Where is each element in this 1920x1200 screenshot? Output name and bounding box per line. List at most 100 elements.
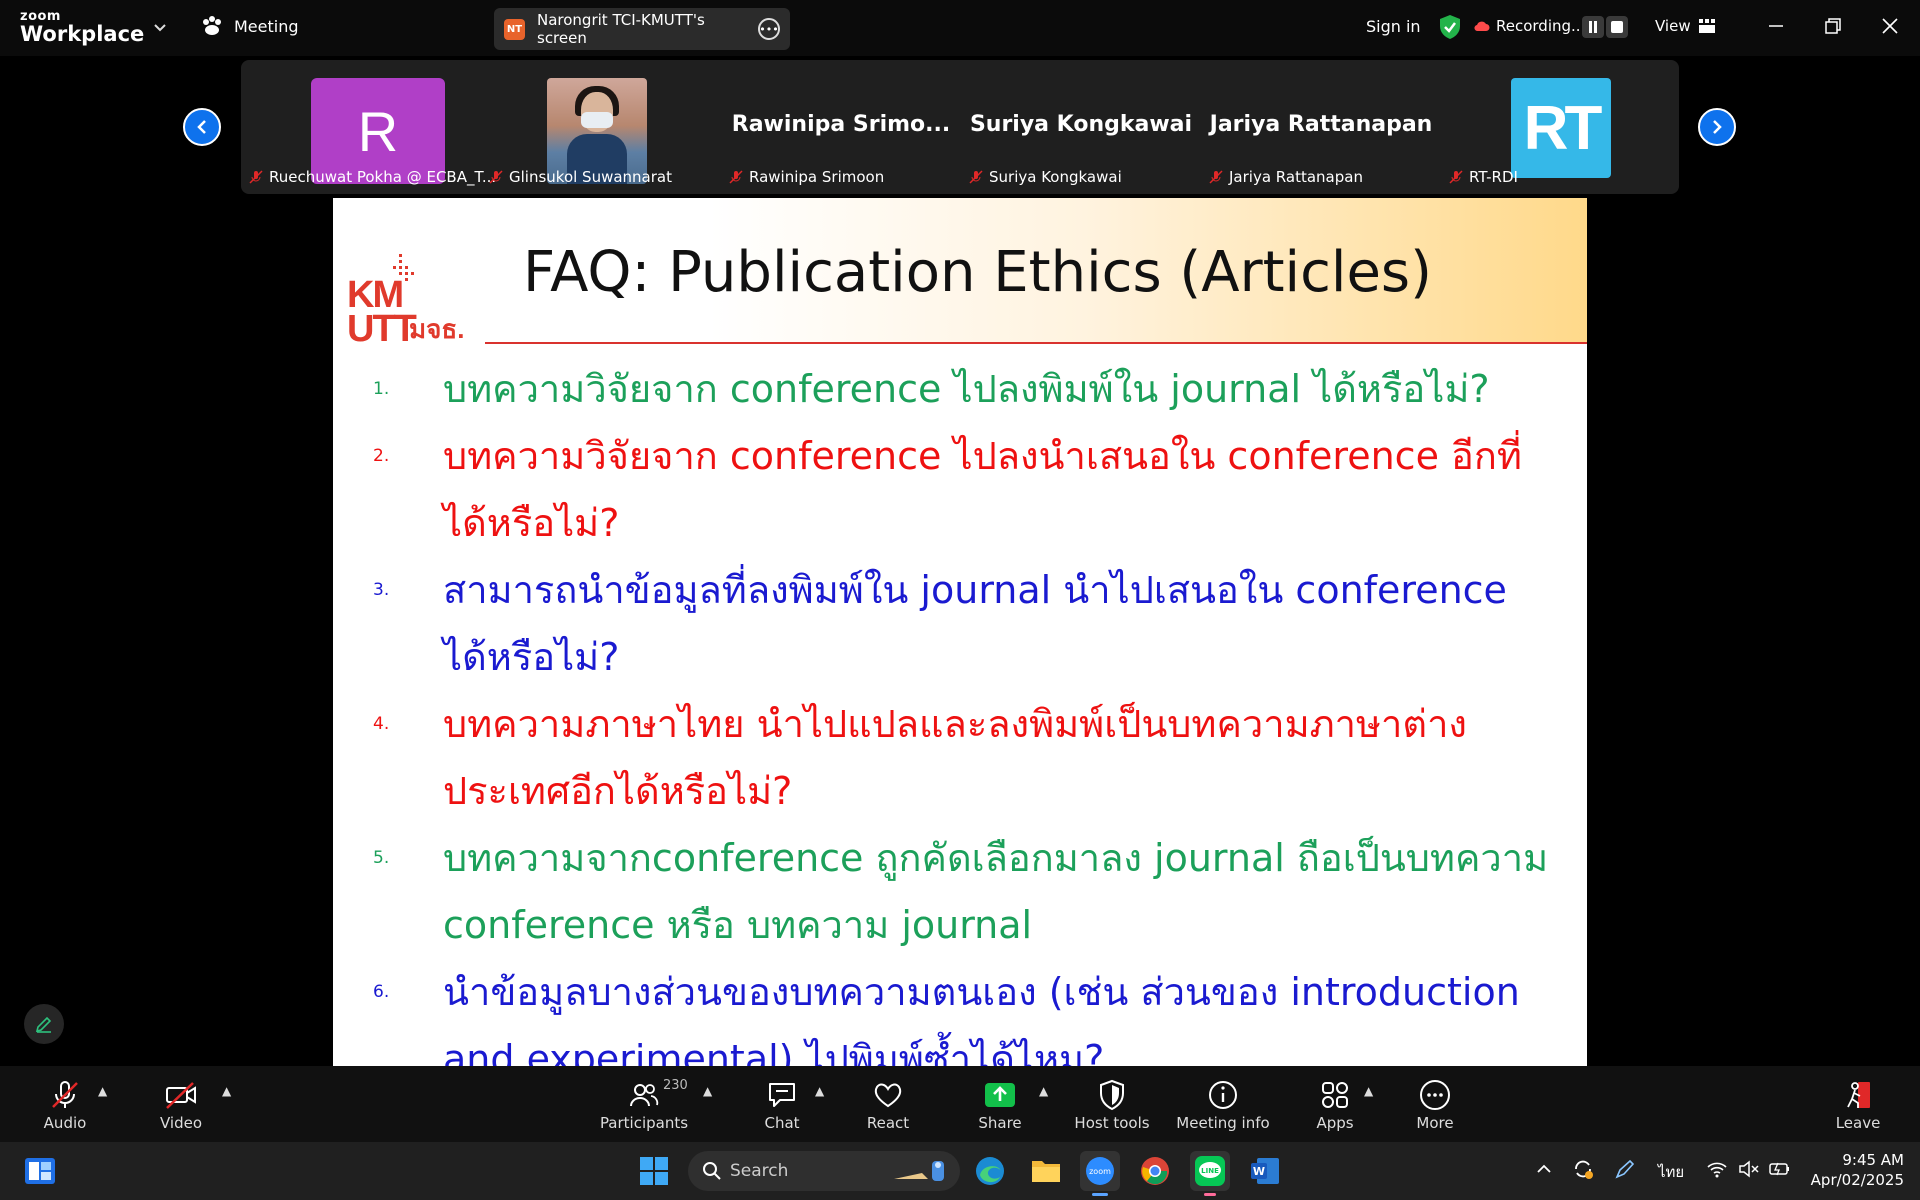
apps-label: Apps: [1316, 1114, 1354, 1132]
participant-tile[interactable]: Rawinipa Srimo... Rawinipa Srimoon: [721, 60, 961, 194]
participant-tile[interactable]: Glinsukol Suwannarat: [481, 60, 721, 194]
search-placeholder: Search: [730, 1161, 789, 1181]
faq-item: 5. บทความจากconference ถูกคัดเลือกมาลง jo…: [333, 825, 1587, 959]
windows-logo-icon: [640, 1157, 668, 1185]
file-explorer-taskbar-icon[interactable]: [1026, 1151, 1066, 1191]
svg-text:LINE: LINE: [1201, 1167, 1219, 1175]
sign-in-link[interactable]: Sign in: [1366, 17, 1421, 36]
volume-muted-icon[interactable]: [1738, 1160, 1760, 1178]
host-tools-button[interactable]: Host tools: [1057, 1078, 1167, 1132]
audio-options-caret[interactable]: ▲: [98, 1084, 107, 1098]
leave-button[interactable]: Leave: [1803, 1078, 1913, 1132]
video-off-icon: [166, 1082, 196, 1109]
participants-icon: [630, 1084, 659, 1107]
participants-options-caret[interactable]: ▲: [703, 1084, 712, 1098]
zoom-workplace-logo: zoom Workplace: [20, 10, 144, 45]
faq-text: บทความวิจัยจาก conference ไปลงนำเสนอใน c…: [443, 434, 1522, 545]
info-icon: [1209, 1081, 1237, 1109]
video-label: Video: [159, 1114, 203, 1132]
close-icon[interactable]: [1878, 14, 1902, 38]
faq-text: นำข้อมูลบางส่วนของบทความตนเอง (เช่น ส่วน…: [443, 970, 1520, 1066]
cloud-record-icon: [1474, 21, 1490, 32]
edge-icon: [976, 1157, 1004, 1185]
share-screen-icon: [985, 1083, 1015, 1107]
participants-button[interactable]: 230 Participants: [589, 1078, 699, 1132]
participant-name: Suriya Kongkawai: [989, 168, 1122, 186]
view-button[interactable]: View: [1655, 17, 1715, 35]
faq-item: 4. บทความภาษาไทย นำไปแปลและลงพิมพ์เป็นบทค…: [333, 691, 1587, 825]
system-clock[interactable]: 9:45 AM Apr/02/2025: [1808, 1150, 1904, 1190]
title-divider: [485, 342, 1587, 344]
chat-options-caret[interactable]: ▲: [815, 1084, 824, 1098]
participant-tile[interactable]: Suriya Kongkawai Suriya Kongkawai: [961, 60, 1201, 194]
widgets-button[interactable]: [20, 1151, 60, 1191]
logo-text-thai: มจธ.: [409, 314, 465, 344]
participant-name-tag: Glinsukol Suwannarat: [489, 168, 672, 186]
clock-time: 9:45 AM: [1842, 1151, 1904, 1169]
edge-taskbar-icon[interactable]: [970, 1151, 1010, 1191]
participant-tile[interactable]: Jariya Rattanapan Jariya Rattanapan: [1201, 60, 1441, 194]
chrome-taskbar-icon[interactable]: [1135, 1151, 1175, 1191]
minimize-icon[interactable]: [1764, 14, 1788, 38]
brand-large: Workplace: [20, 22, 145, 46]
start-button[interactable]: [634, 1151, 674, 1191]
participant-name: Jariya Rattanapan: [1229, 168, 1363, 186]
participant-display-name: Jariya Rattanapan: [1209, 112, 1433, 137]
shared-screen-indicator[interactable]: NT Narongrit TCI-KMUTT's screen •••: [494, 8, 790, 50]
participants-label: Participants: [599, 1114, 689, 1132]
participant-name-tag: Rawinipa Srimoon: [729, 168, 884, 186]
react-label: React: [866, 1114, 910, 1132]
pause-recording-button[interactable]: [1582, 16, 1604, 38]
encryption-shield-icon[interactable]: [1438, 14, 1462, 40]
faq-list: 1. บทความวิจัยจาก conference ไปลงพิมพ์ใน …: [333, 356, 1587, 1066]
pause-icon: [1589, 21, 1597, 33]
line-taskbar-icon[interactable]: LINE: [1190, 1151, 1230, 1196]
meeting-info-button[interactable]: Meeting info: [1168, 1078, 1278, 1132]
participant-tile[interactable]: RT RT-RDI: [1441, 60, 1681, 194]
zoom-taskbar-icon[interactable]: zoom: [1080, 1151, 1120, 1196]
next-page-button[interactable]: [1698, 108, 1736, 146]
annotate-button[interactable]: [24, 1004, 64, 1044]
more-button[interactable]: More: [1380, 1078, 1490, 1132]
sync-icon[interactable]: [1572, 1158, 1594, 1180]
more-options-icon[interactable]: •••: [758, 18, 780, 40]
apps-icon: [1322, 1082, 1348, 1108]
show-hidden-icons-icon[interactable]: [1536, 1162, 1552, 1176]
pencil-icon: [35, 1016, 52, 1033]
video-options-caret[interactable]: ▲: [222, 1084, 231, 1098]
line-icon: LINE: [1195, 1156, 1225, 1186]
leave-label: Leave: [1835, 1114, 1881, 1132]
share-label: Share: [978, 1114, 1022, 1132]
svg-text:W: W: [1253, 1165, 1265, 1178]
mic-muted-icon: [489, 170, 503, 184]
stop-recording-button[interactable]: [1606, 16, 1628, 38]
faq-number: 3.: [373, 580, 390, 600]
apps-options-caret[interactable]: ▲: [1364, 1084, 1373, 1098]
restore-icon[interactable]: [1821, 14, 1845, 38]
participant-name: Glinsukol Suwannarat: [509, 168, 672, 186]
wifi-icon[interactable]: [1706, 1160, 1728, 1178]
battery-icon[interactable]: [1768, 1160, 1792, 1178]
word-taskbar-icon[interactable]: W: [1245, 1151, 1285, 1191]
share-options-caret[interactable]: ▲: [1039, 1084, 1048, 1098]
pen-input-icon[interactable]: [1614, 1158, 1636, 1180]
previous-page-button[interactable]: [183, 108, 221, 146]
mic-muted-icon: [729, 170, 743, 184]
presentation-slide: KM UTT มจธ. FAQ: Publication Ethics (Arti…: [333, 198, 1587, 1066]
react-button[interactable]: React: [833, 1078, 943, 1132]
mic-muted-icon: [1209, 170, 1223, 184]
meeting-menu-button[interactable]: Meeting: [200, 16, 299, 36]
chevron-right-icon: [1713, 120, 1722, 134]
sharer-avatar: NT: [504, 18, 525, 40]
faq-item: 1. บทความวิจัยจาก conference ไปลงพิมพ์ใน …: [333, 356, 1587, 423]
recording-status[interactable]: Recording...: [1474, 17, 1585, 35]
language-indicator[interactable]: ไทย: [1658, 1160, 1684, 1184]
chevron-down-icon[interactable]: [151, 18, 169, 36]
mic-muted-icon: [249, 170, 263, 184]
video-button[interactable]: Video: [126, 1078, 236, 1132]
participant-display-name: Suriya Kongkawai: [969, 112, 1193, 137]
meeting-info-label: Meeting info: [1176, 1114, 1270, 1132]
participant-tile[interactable]: R Ruechuwat Pokha @ ECBA_T...: [241, 60, 496, 194]
taskbar-search[interactable]: Search: [688, 1151, 960, 1191]
apps-button[interactable]: Apps: [1280, 1078, 1390, 1132]
